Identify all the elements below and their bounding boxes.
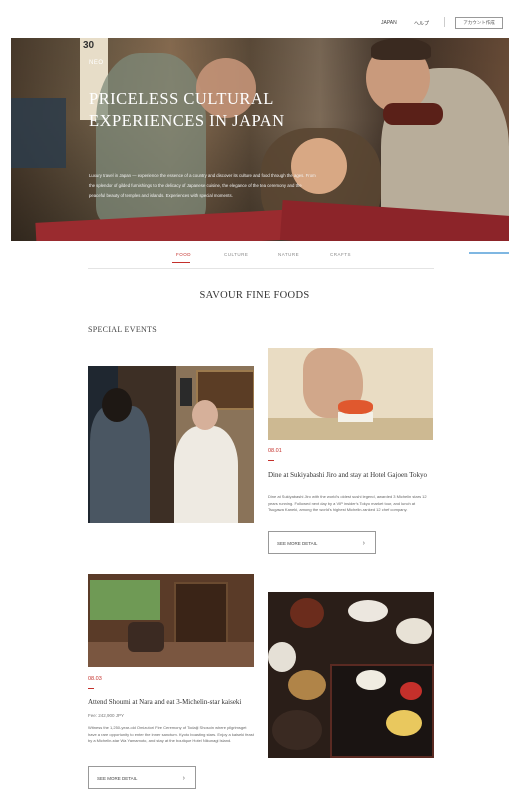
event-date: 08.01 — [268, 448, 282, 454]
help-link[interactable]: ヘルプ — [414, 20, 429, 27]
see-more-label: SEE MORE DETAIL — [97, 776, 138, 781]
divider — [444, 17, 445, 27]
tab-culture[interactable]: CULTURE — [224, 252, 248, 257]
kaiseki-photo[interactable] — [268, 592, 434, 758]
hero-shelf — [11, 98, 66, 168]
event-dash — [268, 460, 274, 461]
see-more-label: SEE MORE DETAIL — [277, 541, 318, 546]
see-more-button[interactable]: SEE MORE DETAIL › — [268, 531, 376, 554]
photo-guest-head — [102, 388, 132, 422]
section-title: SAVOUR FINE FOODS — [199, 290, 310, 301]
photo-dish-left — [268, 642, 296, 672]
hero-banner: 30 NEO PRICELESS CULTURAL EXPERIENCES IN… — [11, 38, 509, 241]
active-tab-indicator — [172, 262, 190, 263]
photo-sign-small — [180, 378, 192, 406]
event-title[interactable]: Dine at Sukiyabashi Jiro and stay at Hot… — [268, 471, 433, 479]
sushi-photo[interactable] — [268, 348, 433, 440]
event-title[interactable]: Attend Shoumi at Nara and eat 3-Michelin… — [88, 698, 258, 706]
hero-eyebrow: NEO — [89, 60, 104, 66]
event-description: Witness the 1,250-year-old Omizutori Fir… — [88, 725, 254, 743]
event-dash — [88, 688, 94, 689]
photo-egg — [386, 710, 422, 736]
photo-roe — [338, 400, 373, 414]
photo-plate-small — [396, 618, 432, 644]
special-events-heading: SPECIAL EVENTS — [88, 325, 158, 334]
photo-chair — [128, 622, 164, 652]
hero-title: PRICELESS CULTURAL EXPERIENCES IN JAPAN — [89, 89, 285, 130]
photo-dish-amber — [288, 670, 326, 700]
photo-floor — [88, 642, 254, 667]
photo-garnish — [400, 682, 422, 700]
side-accent-line — [469, 252, 509, 254]
room-photo[interactable] — [88, 574, 254, 667]
photo-window — [90, 580, 160, 620]
chef-photo[interactable] — [88, 366, 254, 523]
top-bar: JAPAN ヘルプ アカウント作成 — [0, 0, 509, 38]
event-date: 08.03 — [88, 676, 102, 682]
hero-person-right-hair — [371, 38, 431, 60]
tab-crafts[interactable]: CRAFTS — [330, 252, 351, 257]
photo-lacquer-bowl — [290, 598, 324, 628]
see-more-button[interactable]: SEE MORE DETAIL › — [88, 766, 196, 789]
category-tabs: FOOD CULTURE NATURE CRAFTS — [88, 246, 434, 269]
photo-plate — [348, 600, 388, 622]
tab-food[interactable]: FOOD — [176, 252, 191, 257]
photo-bookshelf — [174, 582, 228, 648]
photo-chef-head — [192, 400, 218, 430]
photo-guest — [90, 406, 150, 523]
photo-chef — [174, 426, 238, 523]
hero-description: Luxury travel in Japan — experience the … — [89, 173, 316, 198]
photo-dish-dark — [272, 710, 322, 750]
photo-bento-cup — [356, 670, 386, 690]
event-fee: Fee: 242,900 JPY — [88, 713, 125, 718]
event-description: Dine at Sukiyabashi Jiro with the world'… — [268, 494, 427, 512]
chevron-right-icon: › — [362, 540, 365, 547]
language-link[interactable]: JAPAN — [381, 20, 397, 26]
account-button[interactable]: アカウント作成 — [455, 17, 503, 29]
tab-nature[interactable]: NATURE — [278, 252, 299, 257]
hero-scarf — [383, 103, 443, 125]
chevron-right-icon: › — [182, 775, 185, 782]
